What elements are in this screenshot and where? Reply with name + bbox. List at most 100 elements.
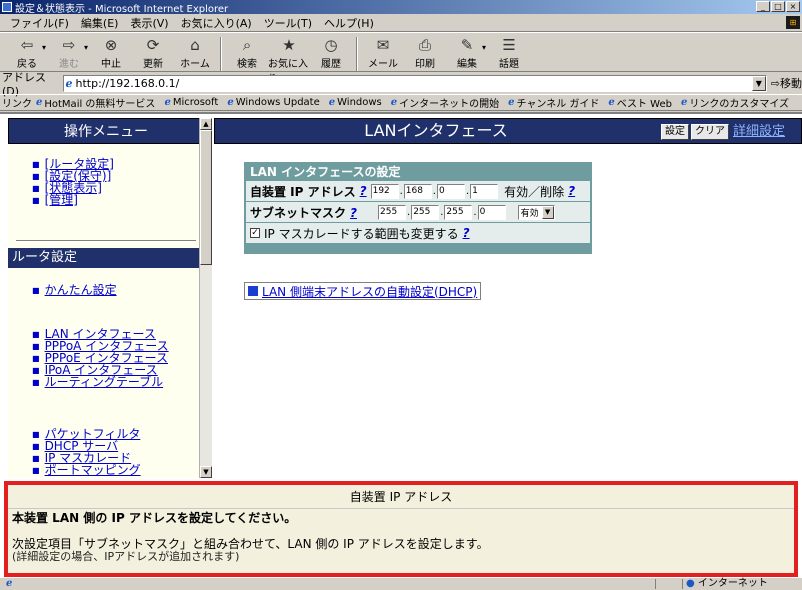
menu-edit[interactable]: 編集(E)	[75, 15, 125, 31]
search-button[interactable]: ⌕ 検索	[226, 35, 268, 70]
forward-dropdown-icon[interactable]: ▾	[84, 43, 88, 52]
scroll-up-icon[interactable]: ▲	[200, 118, 212, 130]
scroll-down-icon[interactable]: ▼	[200, 466, 212, 478]
mask-octet-1[interactable]: 255	[378, 204, 406, 220]
stop-icon: ⊗	[104, 36, 118, 54]
discuss-icon: ☰	[502, 36, 516, 54]
subnet-mask-label: サブネットマスク?	[250, 205, 357, 220]
link-windows[interactable]: ℯ Windows	[329, 97, 382, 108]
bullet-icon: ■	[32, 341, 40, 351]
link-icon: ℯ	[390, 97, 398, 108]
enable-delete-label: 有効／削除	[504, 184, 565, 199]
print-button[interactable]: ⎙ 印刷	[404, 35, 446, 70]
print-icon: ⎙	[419, 36, 432, 54]
enable-select[interactable]: 有効 ▼	[517, 204, 555, 220]
masquerade-help-icon[interactable]: ?	[463, 226, 470, 240]
menu-tools[interactable]: ツール(T)	[258, 15, 318, 31]
window-controls: _ □ ×	[756, 1, 800, 12]
help-title: 自装置 IP アドレス	[8, 485, 794, 509]
link-hotmail[interactable]: ℯ HotMail の無料サービス	[36, 95, 155, 110]
link-windows-update[interactable]: ℯ Windows Update	[227, 97, 319, 108]
ip-address-row: 自装置 IP アドレス ? 192. 168. 0. 1 有効／削除 ?	[246, 181, 590, 201]
set-button[interactable]: 設定	[661, 124, 689, 140]
bullet-icon: ■	[32, 465, 40, 475]
link-icon: ℯ	[680, 97, 688, 108]
go-button[interactable]: ⇨移動	[771, 75, 802, 91]
link-icon: ℯ	[36, 97, 43, 108]
edit-dropdown-icon[interactable]: ▾	[482, 43, 486, 52]
left-nav-frame: 操作メニュー ■ [ルータ設定] ■ [設定(保守)] ■ [状態表示] ■ [管理] …	[8, 118, 212, 478]
enable-help-icon[interactable]: ?	[568, 184, 575, 198]
nav-link-admin[interactable]: [管理]	[45, 194, 78, 206]
bullet-icon: ■	[32, 329, 40, 339]
detail-settings-link[interactable]: 詳細設定	[733, 124, 785, 140]
menu-view[interactable]: 表示(V)	[124, 15, 174, 31]
link-best-web[interactable]: ℯ ベスト Web	[608, 95, 672, 110]
scroll-thumb[interactable]	[200, 130, 212, 265]
nav-link-routing-table[interactable]: ルーティングテーブル	[45, 376, 164, 388]
page-status-icon: ℯ	[6, 578, 13, 589]
bullet-icon: ■	[32, 365, 40, 375]
masquerade-label: IP マスカレードする範囲も変更する	[264, 226, 459, 241]
home-button[interactable]: ⌂ ホーム	[174, 35, 216, 70]
left-frame-scrollbar[interactable]: ▲ ▼	[199, 118, 212, 478]
link-icon: ℯ	[608, 97, 615, 108]
minimize-button[interactable]: _	[756, 1, 770, 12]
link-internet-start[interactable]: ℯ インターネットの開始	[391, 95, 499, 110]
link-microsoft[interactable]: ℯ Microsoft	[164, 97, 218, 108]
toolbar-separator	[356, 37, 359, 71]
menu-help[interactable]: ヘルプ(H)	[318, 15, 380, 31]
lan-settings-title: LAN インタフェースの設定	[250, 165, 401, 179]
search-icon: ⌕	[242, 36, 252, 54]
link-customize[interactable]: ℯ リンクのカスタマイズ	[681, 95, 789, 110]
mask-help-icon[interactable]: ?	[350, 206, 357, 220]
router-settings-section-header: ルータ設定	[8, 248, 204, 268]
edit-icon: ✎	[460, 36, 474, 54]
back-button[interactable]: ⇦ 戻る	[6, 35, 48, 70]
ip-octet-1[interactable]: 192	[370, 183, 399, 199]
stop-button[interactable]: ⊗ 中止	[90, 35, 132, 70]
discuss-button[interactable]: ☰ 話題	[488, 35, 530, 70]
mask-octet-3[interactable]: 255	[444, 204, 473, 220]
maximize-button[interactable]: □	[771, 1, 785, 12]
mask-octet-2[interactable]: 255	[411, 204, 440, 220]
links-bar: リンク ℯ HotMail の無料サービス ℯ Microsoft ℯ Windows…	[0, 94, 802, 111]
ip-octet-3[interactable]: 0	[436, 183, 465, 199]
mask-octet-4[interactable]: 0	[477, 204, 506, 220]
back-arrow-icon: ⇦	[20, 36, 34, 54]
close-button[interactable]: ×	[786, 1, 800, 12]
address-input[interactable]: ℯ http://192.168.0.1/ ▼	[62, 74, 767, 92]
bullet-icon: ■	[32, 171, 40, 181]
dhcp-link[interactable]: LAN 側端末アドレスの自動設定(DHCP)	[244, 282, 482, 300]
ip-address-label: 自装置 IP アドレス	[250, 184, 356, 199]
bullet-icon: ■	[32, 159, 40, 169]
nav-link-port-mapping[interactable]: ポートマッピング	[45, 464, 141, 476]
mail-icon: ✉	[376, 36, 390, 54]
address-dropdown-icon[interactable]: ▼	[751, 75, 766, 91]
back-dropdown-icon[interactable]: ▾	[42, 43, 46, 52]
forward-button[interactable]: ⇨ 進む	[48, 35, 90, 70]
nav-link-easy-setup[interactable]: かんたん設定	[45, 284, 117, 296]
masquerade-row: ✓ IP マスカレードする範囲も変更する ?	[246, 223, 590, 243]
edit-button[interactable]: ✎ 編集	[446, 35, 488, 70]
link-icon: ℯ	[227, 97, 234, 108]
easy-setup-list: ■ かんたん設定	[32, 284, 117, 296]
filter-list: ■ パケットフィルタ ■ DHCP サーバ ■ IP マスカレード ■ ポートマッピング	[32, 428, 141, 476]
refresh-button[interactable]: ⟳ 更新	[132, 35, 174, 70]
list-item: ■ ルーティングテーブル	[32, 376, 169, 388]
masquerade-checkbox[interactable]: ✓	[250, 228, 260, 238]
ip-octet-4[interactable]: 1	[470, 183, 499, 199]
status-cells	[655, 579, 683, 589]
ip-octet-2[interactable]: 168	[403, 183, 432, 199]
menu-favorites[interactable]: お気に入り(A)	[175, 15, 258, 31]
history-button[interactable]: ◷ 履歴	[310, 35, 352, 70]
ip-help-icon[interactable]: ?	[360, 184, 367, 198]
mail-button[interactable]: ✉ メール	[362, 35, 404, 70]
toolbar-separator	[220, 37, 223, 71]
link-channel-guide[interactable]: ℯ チャンネル ガイド	[508, 95, 599, 110]
help-panel: 自装置 IP アドレス 本装置 LAN 側の IP アドレスを設定してください。…	[4, 481, 798, 577]
menu-file[interactable]: ファイル(F)	[4, 15, 75, 31]
help-body-note: (詳細設定の場合、IPアドレスが追加されます)	[12, 550, 240, 563]
clear-button[interactable]: クリア	[691, 124, 729, 140]
bullet-icon: ■	[32, 441, 40, 451]
